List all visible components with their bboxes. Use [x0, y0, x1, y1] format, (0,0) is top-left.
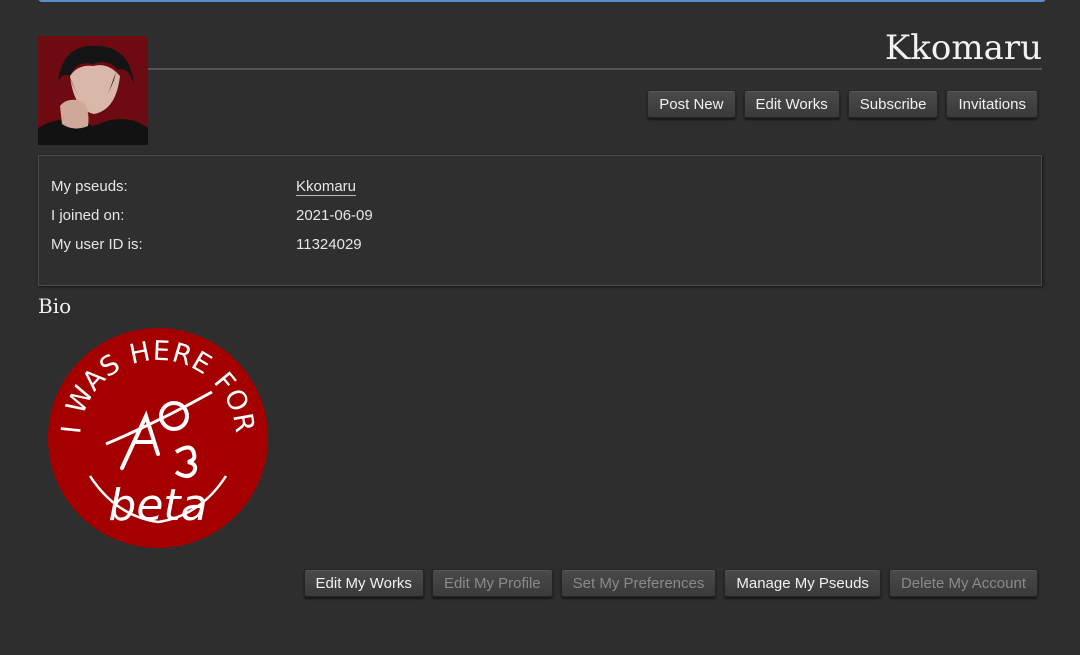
joined-date: 2021-06-09 [296, 207, 373, 224]
invitations-button[interactable]: Invitations [946, 90, 1038, 118]
badge-beta-text: beta [108, 480, 207, 531]
post-new-button[interactable]: Post New [647, 90, 736, 118]
page-title: Kkomaru [884, 28, 1042, 68]
user-meta-panel: My pseuds: Kkomaru I joined on: 2021-06-… [38, 155, 1042, 286]
ao3-beta-badge: I WAS HERE FOR beta [46, 326, 270, 550]
edit-my-works-button[interactable]: Edit My Works [303, 569, 424, 597]
userid-value: 11324029 [296, 236, 362, 253]
edit-my-profile-button[interactable]: Edit My Profile [431, 569, 553, 597]
subscribe-button[interactable]: Subscribe [847, 90, 939, 118]
userid-label: My user ID is: [51, 236, 143, 253]
pseuds-label: My pseuds: [51, 178, 128, 195]
profile-actions: Post New Edit Works Subscribe Invitation… [647, 90, 1038, 118]
dashboard-actions: Edit My Works Edit My Profile Set My Pre… [303, 569, 1038, 597]
edit-works-button[interactable]: Edit Works [743, 90, 840, 118]
bio-heading: Bio [38, 294, 72, 318]
set-my-preferences-button[interactable]: Set My Preferences [560, 569, 717, 597]
manage-my-pseuds-button[interactable]: Manage My Pseuds [724, 569, 881, 597]
header-frame [38, 0, 1046, 2]
avatar[interactable] [38, 36, 148, 145]
pseud-link[interactable]: Kkomaru [296, 178, 357, 196]
avatar-image [38, 36, 148, 145]
ao3-beta-badge-image: I WAS HERE FOR beta [48, 328, 268, 548]
joined-label: I joined on: [51, 207, 125, 224]
title-divider [148, 68, 1042, 70]
delete-my-account-button[interactable]: Delete My Account [888, 569, 1038, 597]
